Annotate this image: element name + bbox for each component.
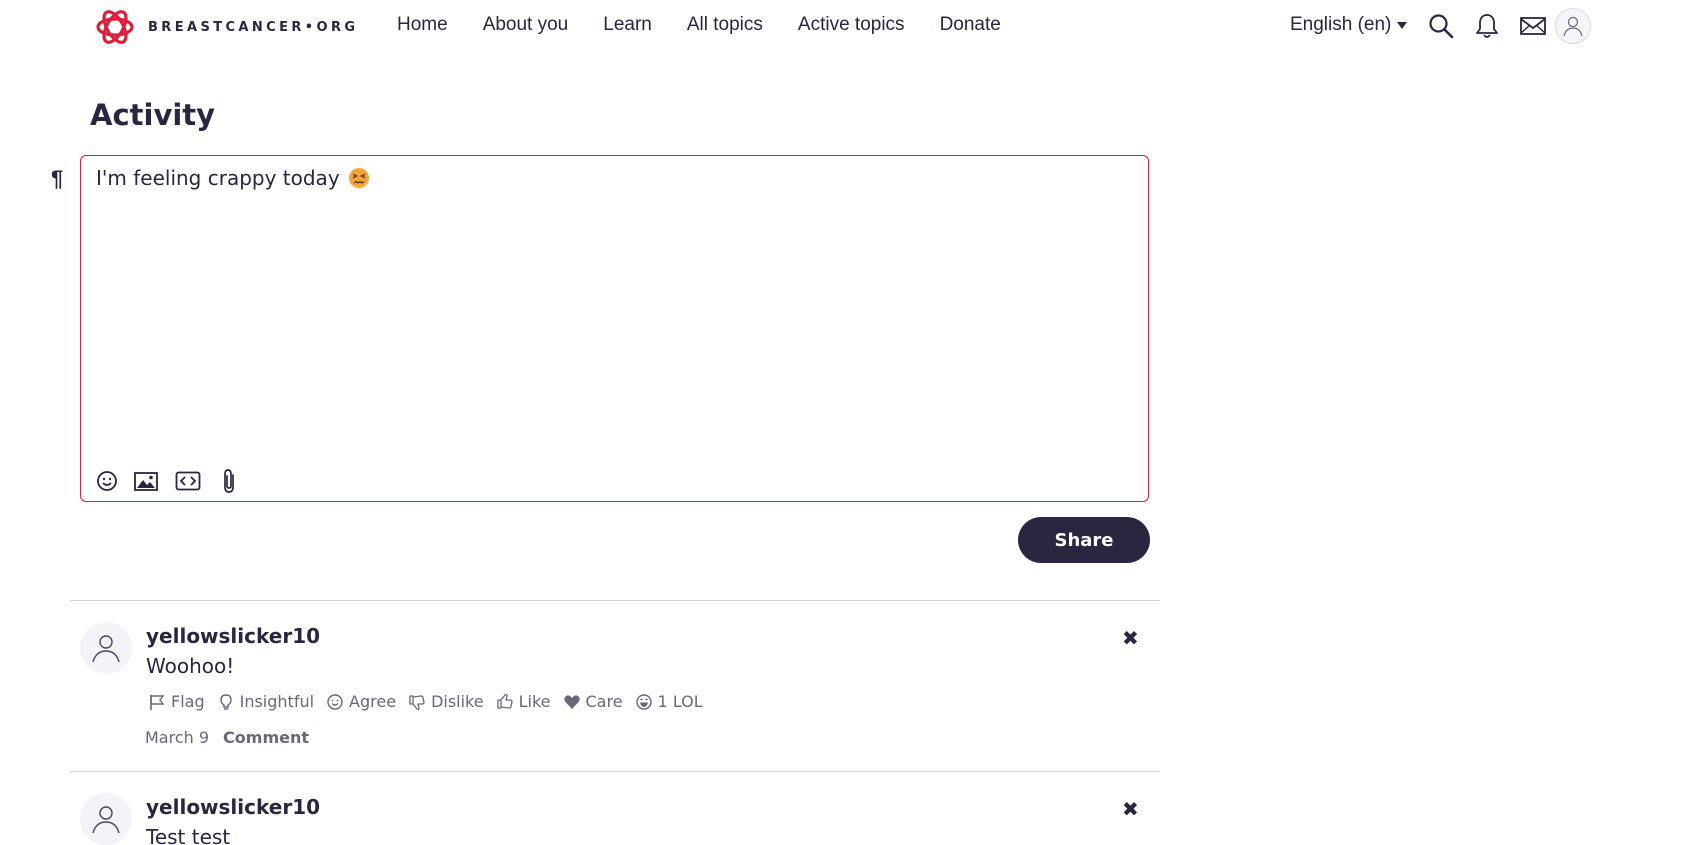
heart-icon xyxy=(563,694,580,709)
mail-icon[interactable] xyxy=(1519,12,1547,40)
user-avatar-icon xyxy=(92,635,120,663)
site-logo[interactable]: BREASTCANCER•ORG xyxy=(94,7,358,47)
share-button[interactable]: Share xyxy=(1018,517,1150,563)
close-icon[interactable]: ✖ xyxy=(1122,626,1139,651)
divider xyxy=(70,600,1160,601)
reaction-insightful[interactable]: Insightful xyxy=(217,692,314,711)
divider xyxy=(70,771,1160,772)
main-nav: Home About you Learn All topics Active t… xyxy=(397,14,1036,36)
comment-button[interactable]: Comment xyxy=(223,728,309,747)
post-body: Test test xyxy=(146,825,231,845)
lightbulb-icon xyxy=(219,693,232,710)
post-meta: March 9 Comment xyxy=(145,728,309,747)
post-body: Woohoo! xyxy=(146,654,235,678)
post-username[interactable]: yellowslicker10 xyxy=(146,624,320,648)
reaction-label: Dislike xyxy=(431,692,484,711)
caret-down-icon xyxy=(1397,21,1408,29)
search-icon[interactable] xyxy=(1427,12,1455,40)
nav-active-topics[interactable]: Active topics xyxy=(798,14,905,36)
post-username[interactable]: yellowslicker10 xyxy=(146,795,320,819)
site-header: BREASTCANCER•ORG Home About you Learn Al… xyxy=(0,0,1687,50)
post-composer[interactable]: I'm feeling crappy today xyxy=(80,155,1149,502)
composer-text[interactable]: I'm feeling crappy today xyxy=(96,166,370,190)
attach-icon[interactable] xyxy=(217,468,243,494)
paragraph-format-icon[interactable]: ¶ xyxy=(51,166,63,192)
nav-about-you[interactable]: About you xyxy=(483,14,569,36)
logo-icon xyxy=(96,10,134,44)
avatar[interactable] xyxy=(80,793,132,845)
reaction-agree[interactable]: Agree xyxy=(326,692,396,711)
image-icon[interactable] xyxy=(133,468,159,494)
nav-all-topics[interactable]: All topics xyxy=(687,14,763,36)
logo-text: BREASTCANCER•ORG xyxy=(148,19,359,35)
nav-home[interactable]: Home xyxy=(397,14,448,36)
user-avatar-icon xyxy=(92,806,120,834)
reaction-care[interactable]: Care xyxy=(563,692,623,711)
activity-post: yellowslicker10 Test test ✖ xyxy=(70,793,1160,845)
nav-learn[interactable]: Learn xyxy=(603,14,652,36)
reaction-bar: Flag Insightful Agree Dislike Like Care … xyxy=(148,692,715,711)
avatar[interactable] xyxy=(80,622,132,674)
close-icon[interactable]: ✖ xyxy=(1122,797,1139,822)
nav-donate[interactable]: Donate xyxy=(940,14,1001,36)
flag-icon xyxy=(150,694,165,710)
reaction-label: Insightful xyxy=(239,692,315,711)
user-avatar-icon xyxy=(1563,16,1583,37)
reaction-dislike[interactable]: Dislike xyxy=(408,692,484,711)
reaction-flag[interactable]: Flag xyxy=(148,692,205,711)
reaction-label: Care xyxy=(585,692,623,711)
code-icon[interactable] xyxy=(175,468,201,494)
thumbs-up-icon xyxy=(496,693,513,709)
reaction-label: Like xyxy=(518,692,551,711)
reaction-like[interactable]: Like xyxy=(496,692,551,711)
smile-icon xyxy=(327,693,343,710)
thumbs-down-icon xyxy=(409,694,425,710)
laugh-icon xyxy=(635,693,652,710)
reaction-label: Flag xyxy=(171,692,205,711)
confounded-face-emoji-icon xyxy=(348,168,369,188)
language-selector[interactable]: English (en) xyxy=(1290,14,1408,36)
reaction-label: Agree xyxy=(349,692,397,711)
post-date: March 9 xyxy=(145,728,210,747)
activity-post: yellowslicker10 Woohoo! ✖ Flag Insightfu… xyxy=(70,622,1160,772)
bell-icon[interactable] xyxy=(1473,12,1501,40)
reaction-label: 1 LOL xyxy=(657,692,703,711)
composer-input-value: I'm feeling crappy today xyxy=(96,166,340,190)
page-title: Activity xyxy=(90,98,216,132)
emoji-icon[interactable] xyxy=(94,468,120,494)
language-label: English (en) xyxy=(1290,14,1392,35)
reaction-lol[interactable]: 1 LOL xyxy=(635,692,703,711)
user-avatar[interactable] xyxy=(1555,8,1591,44)
